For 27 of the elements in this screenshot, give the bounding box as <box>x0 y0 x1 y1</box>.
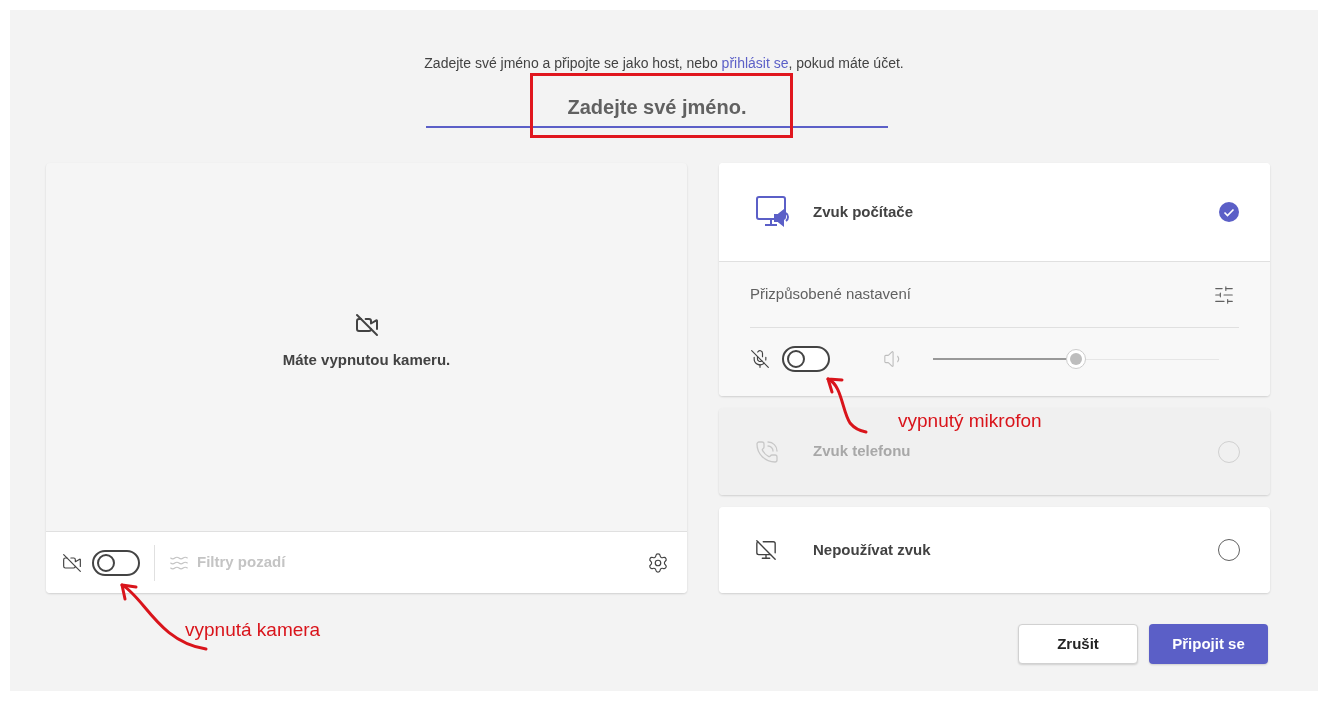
monitor-speaker-icon <box>755 195 791 229</box>
option-label: Zvuk počítače <box>813 201 915 222</box>
audio-option[interactable]: Nepoužívat zvuk <box>719 507 1270 593</box>
camera-off-icon <box>62 552 82 573</box>
custom-settings-label: Přizpůsobené nastavení <box>750 284 912 305</box>
option-label: Zvuk telefonu <box>813 441 912 462</box>
checked-radio-icon[interactable] <box>1218 201 1240 223</box>
volume-slider[interactable] <box>933 349 1219 369</box>
mic-off-icon <box>750 349 770 369</box>
camera-off-message: Máte vypnutou kameru. <box>282 349 451 370</box>
microphone-annotation: vypnutý mikrofon <box>898 409 1042 433</box>
camera-toggle[interactable] <box>92 549 140 576</box>
option-label: Nepoužívat zvuk <box>813 539 932 560</box>
sliders-icon[interactable] <box>1213 283 1235 306</box>
camera-off-icon <box>354 312 379 337</box>
monitor-off-icon <box>755 539 777 561</box>
camera-annotation: vypnutá kamera <box>185 618 321 642</box>
microphone-toggle[interactable] <box>782 346 830 372</box>
cancel-button[interactable]: Zrušit <box>1018 624 1138 664</box>
join-button[interactable]: Připojit se <box>1149 624 1268 664</box>
volume-thumb[interactable] <box>1066 349 1086 369</box>
settings-icon[interactable] <box>647 551 669 574</box>
audio-option[interactable]: Zvuk počítače <box>719 163 1270 261</box>
phone-icon <box>755 439 779 464</box>
name-input-field[interactable]: Zadejte své jméno. <box>426 88 888 128</box>
sign-in-link[interactable]: přihlásit se <box>721 55 789 71</box>
intro-text: Zadejte své jméno a připojte se jako host, nebo přihlásit se, pokud máte účet. <box>424 54 904 73</box>
